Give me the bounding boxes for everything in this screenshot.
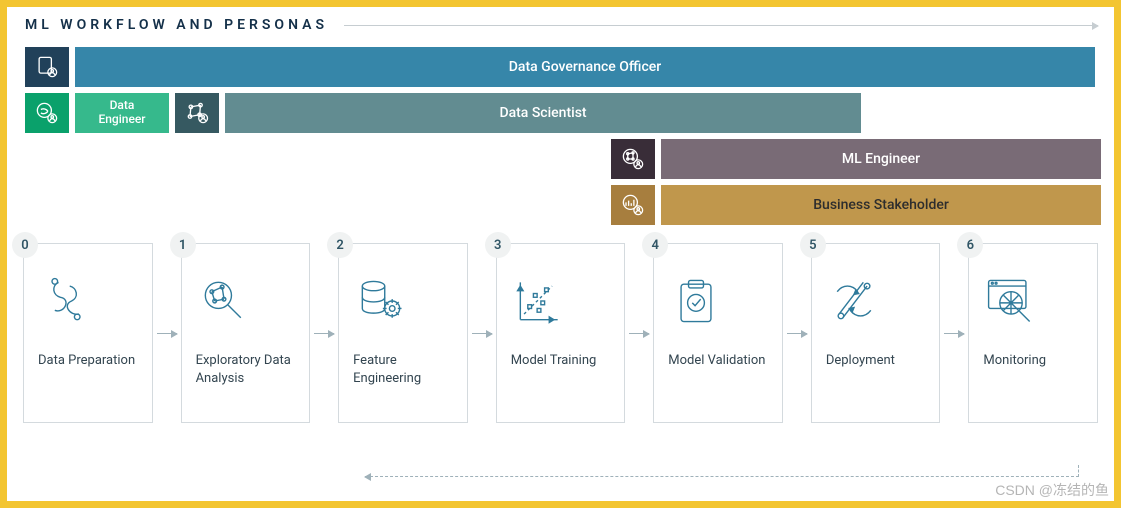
model-validation-icon bbox=[668, 272, 728, 330]
feature-engineering-icon bbox=[353, 272, 413, 330]
step-4-model-validation: 4 Model Validation bbox=[653, 243, 783, 423]
step-label: Data Preparation bbox=[38, 352, 138, 370]
title-arrow-icon bbox=[344, 25, 1098, 26]
step-label: Model Validation bbox=[668, 352, 768, 370]
eda-icon bbox=[196, 272, 256, 330]
step-label: Feature Engineering bbox=[353, 352, 453, 387]
model-training-icon bbox=[511, 272, 571, 330]
monitoring-icon bbox=[983, 272, 1043, 330]
step-3-model-training: 3 Model Training bbox=[496, 243, 626, 423]
persona-label: ML Engineer bbox=[842, 151, 920, 167]
ml-engineer-icon bbox=[611, 139, 655, 179]
step-label: Deployment bbox=[826, 352, 926, 370]
persona-bar-eng: DataEngineer bbox=[75, 93, 169, 133]
data-scientist-icon bbox=[175, 93, 219, 133]
business-stakeholder-icon bbox=[611, 185, 655, 225]
step-6-monitoring: 6 Monitoring bbox=[968, 243, 1098, 423]
step-num: 1 bbox=[170, 232, 196, 258]
step-1-exploratory-data-analysis: 1 Exploratory Data Analysis bbox=[181, 243, 311, 423]
spacer bbox=[25, 185, 605, 225]
title-row: ML WORKFLOW AND PERSONAS bbox=[23, 17, 1098, 33]
deployment-icon bbox=[826, 272, 886, 330]
arrow-right-icon bbox=[783, 243, 811, 423]
data-preparation-icon bbox=[38, 272, 98, 330]
persona-bar-bs: Business Stakeholder bbox=[661, 185, 1101, 225]
persona-label: Data Scientist bbox=[499, 105, 586, 121]
persona-label: Business Stakeholder bbox=[813, 197, 949, 213]
persona-label: Data Governance Officer bbox=[509, 59, 661, 75]
arrow-right-icon bbox=[940, 243, 968, 423]
step-5-deployment: 5 Deployment bbox=[811, 243, 941, 423]
step-num: 2 bbox=[327, 232, 353, 258]
arrow-right-icon bbox=[153, 243, 181, 423]
title-text: ML WORKFLOW AND PERSONAS bbox=[25, 17, 328, 33]
arrow-right-icon bbox=[310, 243, 338, 423]
persona-row-gov: Data Governance Officer bbox=[25, 47, 1098, 87]
step-num: 3 bbox=[485, 232, 511, 258]
persona-label: DataEngineer bbox=[98, 99, 145, 127]
step-num: 0 bbox=[12, 232, 38, 258]
governance-icon bbox=[25, 47, 69, 87]
arrow-right-icon bbox=[468, 243, 496, 423]
step-num: 5 bbox=[800, 232, 826, 258]
data-engineer-icon bbox=[25, 93, 69, 133]
step-2-feature-engineering: 2 Feature Engineering bbox=[338, 243, 468, 423]
step-label: Exploratory Data Analysis bbox=[196, 352, 296, 387]
step-0-data-preparation: 0 Data Preparation bbox=[23, 243, 153, 423]
diagram-frame: ML WORKFLOW AND PERSONAS Data Governance… bbox=[0, 0, 1121, 508]
step-label: Model Training bbox=[511, 352, 611, 370]
workflow-steps: 0 Data Preparation 1 Exploratory Data An… bbox=[23, 243, 1098, 423]
spacer bbox=[25, 139, 605, 179]
step-num: 4 bbox=[642, 232, 668, 258]
persona-bar-gov: Data Governance Officer bbox=[75, 47, 1095, 87]
persona-row-eng-sci: DataEngineer Data Scientist bbox=[25, 93, 1098, 133]
arrow-right-icon bbox=[625, 243, 653, 423]
persona-row-ml: ML Engineer bbox=[25, 139, 1098, 179]
persona-bar-sci: Data Scientist bbox=[225, 93, 861, 133]
step-num: 6 bbox=[957, 232, 983, 258]
step-label: Monitoring bbox=[983, 352, 1083, 370]
persona-row-bs: Business Stakeholder bbox=[25, 185, 1098, 225]
personas-block: Data Governance Officer DataEngineer Dat… bbox=[25, 47, 1098, 225]
persona-bar-ml: ML Engineer bbox=[661, 139, 1101, 179]
feedback-loop-arrow bbox=[365, 469, 1079, 483]
